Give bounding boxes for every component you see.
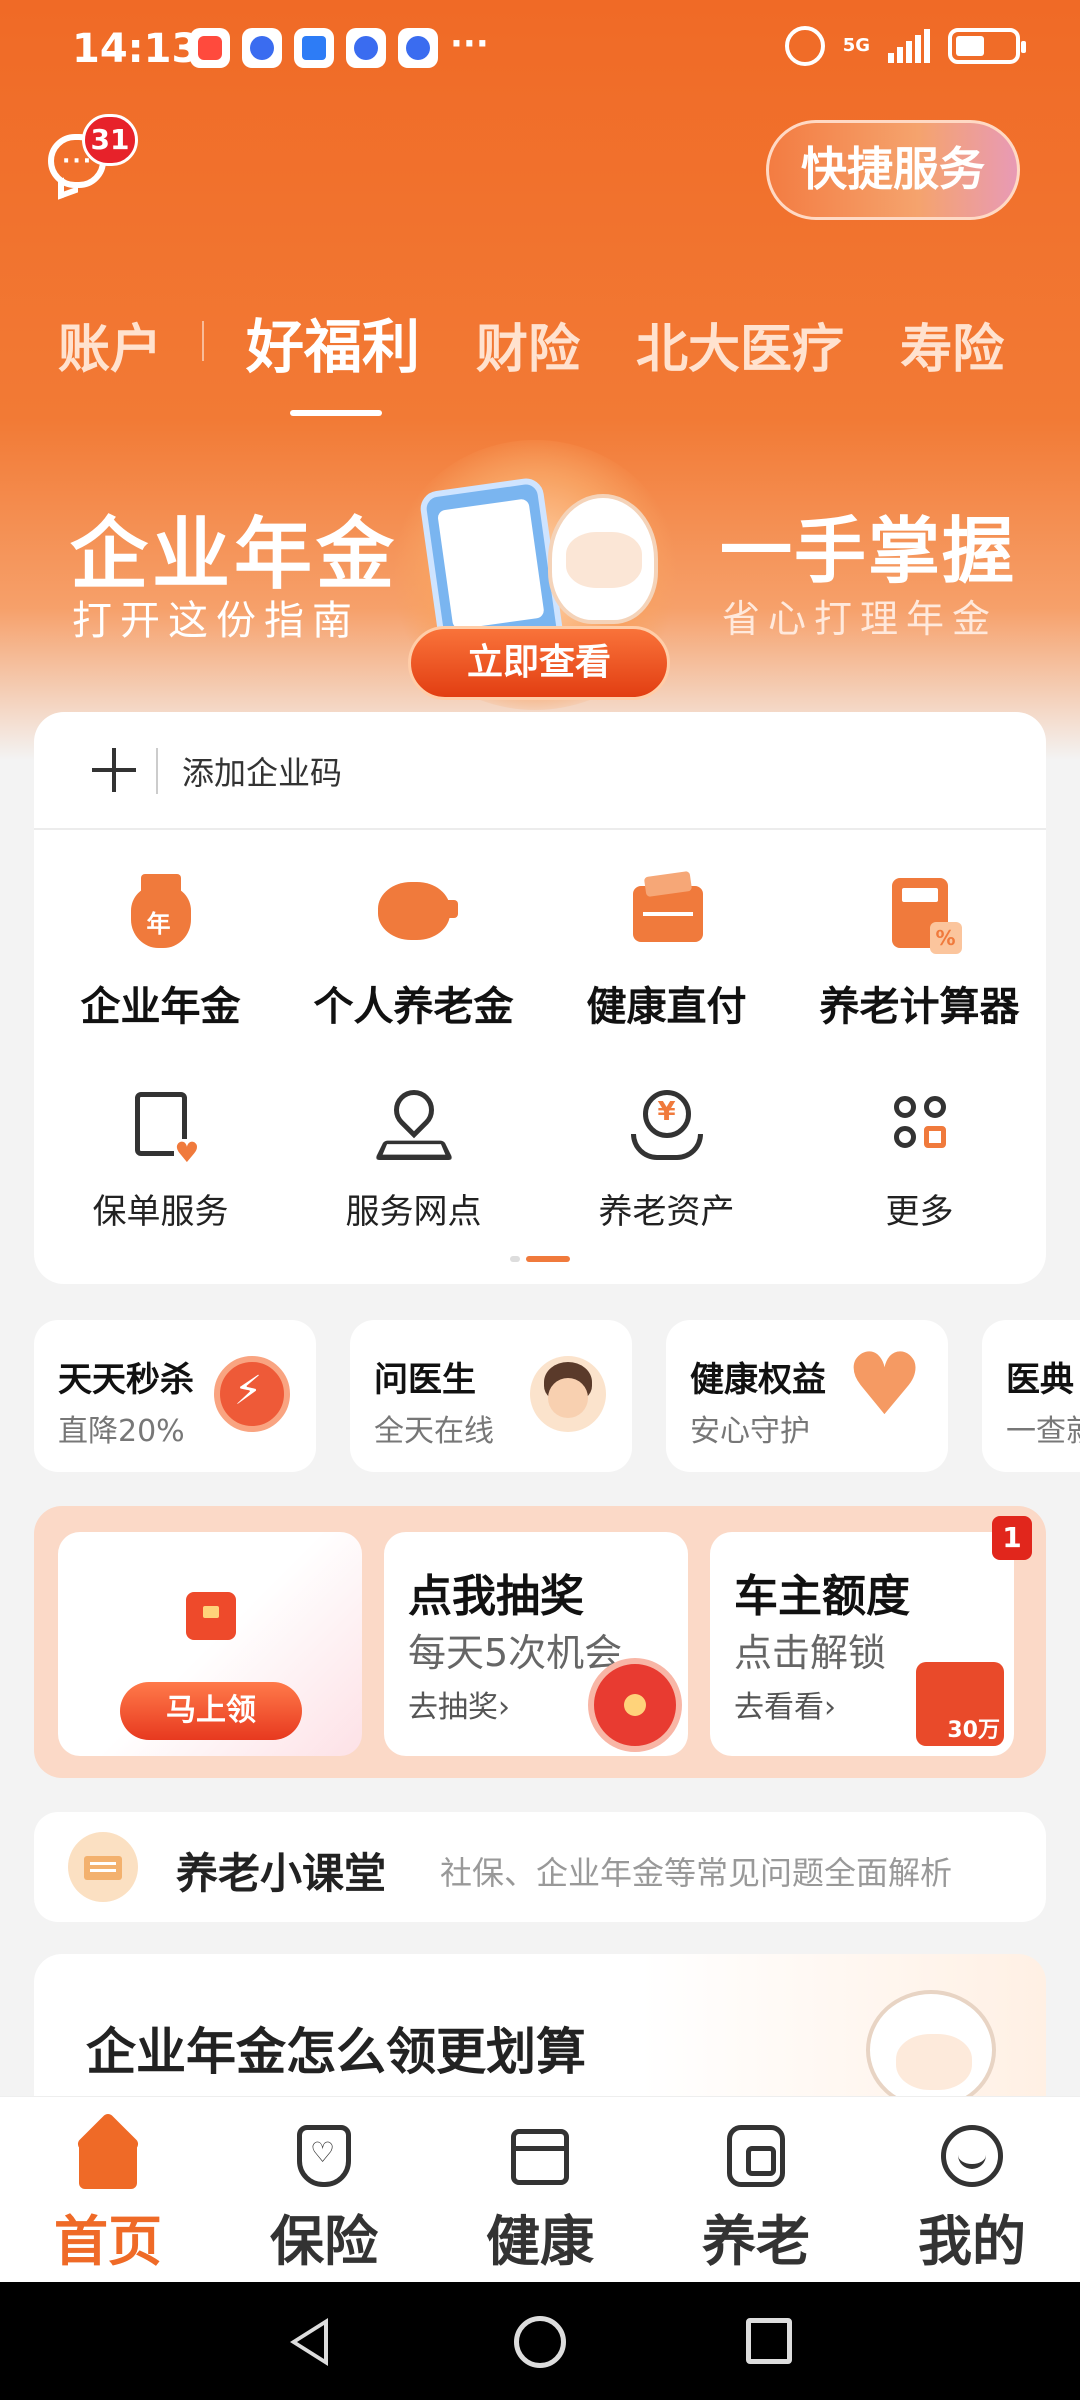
sheep-mascot-illustration [866, 1990, 996, 2110]
secondary-services: 保单服务 服务网点 养老资产 更多 [34, 1081, 1046, 1233]
wallet-icon [627, 872, 707, 952]
more-notifications-icon: ··· [450, 24, 489, 64]
quick-service-button[interactable]: 快捷服务 [766, 120, 1020, 220]
system-navigation-bar [0, 2282, 1080, 2400]
home-icon [73, 2121, 143, 2191]
go-lottery-link[interactable]: 去抽奖› [408, 1682, 510, 1726]
card-ask-doctor[interactable]: 问医生 全天在线 [350, 1320, 632, 1472]
banner-subtitle-left: 打开这份指南 [72, 598, 360, 644]
nav-mine[interactable]: 我的 [864, 2097, 1080, 2282]
tab-welfare[interactable]: 好福利 [246, 300, 420, 416]
money-bag-icon [121, 872, 201, 952]
service-health-direct-pay[interactable]: 健康直付 [540, 872, 793, 1032]
classroom-title: 养老小课堂 [176, 1849, 387, 1898]
coin-hand-icon [627, 1086, 707, 1166]
smile-icon [937, 2121, 1007, 2191]
heart-plus-icon [846, 1342, 923, 1428]
app-icon [398, 28, 438, 68]
article-title: 企业年金怎么领更划算 [86, 2023, 586, 2081]
tab-property-insurance[interactable]: 财险 [476, 307, 580, 382]
nav-health[interactable]: 健康 [432, 2097, 648, 2282]
tab-pku-medical[interactable]: 北大医疗 [636, 307, 844, 382]
tab-account[interactable]: 账户 [58, 307, 205, 382]
promo-banner[interactable]: 企业年金 打开这份指南 一手掌握 省心打理年金 立即查看 [0, 440, 1080, 710]
card-health-rights[interactable]: 健康权益 安心守护 [666, 1320, 948, 1472]
plus-icon [92, 748, 136, 792]
more-grid-icon [880, 1086, 960, 1166]
nav-pension[interactable]: 养老 [648, 2097, 864, 2282]
app-icon [346, 28, 386, 68]
services-card: 添加企业码 企业年金 个人养老金 健康直付 养老计算器 保单服务 服务网点 [34, 712, 1046, 1284]
nav-insurance[interactable]: 保险 [216, 2097, 432, 2282]
status-time: 14:13 [72, 26, 200, 72]
promo-card-lottery[interactable]: 点我抽奖 每天5次机会 去抽奖› [384, 1532, 688, 1756]
signal-icon [888, 29, 930, 63]
service-more[interactable]: 更多 [793, 1086, 1046, 1233]
prize-wheel-icon [588, 1658, 682, 1752]
add-enterprise-code-label: 添加企业码 [182, 754, 343, 792]
primary-services: 企业年金 个人养老金 健康直付 养老计算器 [34, 872, 1046, 1032]
bottom-navigation: 首页 保险 健康 养老 我的 [0, 2096, 1080, 2282]
service-outlets[interactable]: 服务网点 [287, 1081, 540, 1233]
card-flash-sale[interactable]: 天天秒杀 直降20% [34, 1320, 316, 1472]
promo-card-gift[interactable]: 马上领 [58, 1532, 362, 1756]
go-view-link[interactable]: 去看看› [734, 1682, 836, 1726]
recent-apps-icon[interactable] [746, 2318, 792, 2364]
service-enterprise-annuity[interactable]: 企业年金 [34, 872, 287, 1032]
alarm-icon [784, 26, 825, 66]
shield-icon [289, 2121, 359, 2191]
banner-view-button[interactable]: 立即查看 [408, 626, 670, 700]
banner-subtitle-right: 省心打理年金 [722, 597, 999, 641]
hexagon-icon [721, 2121, 791, 2191]
battery-icon [948, 28, 1026, 64]
status-bar: 14:13 ··· 5G [0, 0, 1080, 100]
top-tabs: 账户 好福利 财险 北大医疗 寿险 [58, 300, 1080, 420]
piggy-bank-icon [374, 872, 458, 952]
back-icon[interactable] [290, 2318, 328, 2366]
store-icon [505, 2121, 575, 2191]
network-type: 5G [842, 35, 870, 56]
app-icon [242, 28, 282, 68]
service-pension-assets[interactable]: 养老资产 [540, 1086, 793, 1233]
quick-cards-row: 天天秒杀 直降20% 问医生 全天在线 健康权益 安心守护 医典 一查就 [34, 1320, 1080, 1472]
banner-title-right: 一手掌握 [720, 509, 1017, 593]
service-pension-calculator[interactable]: 养老计算器 [793, 872, 1046, 1032]
credit-amount: 30万 [947, 1718, 1000, 1743]
policy-doc-icon [121, 1086, 201, 1167]
alarm-clock-icon [214, 1356, 290, 1432]
message-count-badge: 31 [82, 114, 138, 166]
promo-card-car-owner[interactable]: 车主额度 点击解锁 去看看› 30万 [710, 1532, 1014, 1756]
card-medical-dictionary[interactable]: 医典 一查就 [982, 1320, 1080, 1472]
sheep-mascot-illustration [548, 494, 658, 624]
calculator-icon [880, 872, 962, 954]
add-enterprise-code-row[interactable]: 添加企业码 [34, 712, 1046, 830]
classroom-description: 社保、企业年金等常见问题全面解析 [440, 1854, 953, 1892]
notification-icons [190, 28, 438, 68]
gift-box-icon [186, 1592, 236, 1640]
service-policy[interactable]: 保单服务 [34, 1086, 287, 1233]
service-personal-pension[interactable]: 个人养老金 [287, 872, 540, 1032]
nav-home[interactable]: 首页 [0, 2097, 216, 2282]
pension-classroom-bar[interactable]: 养老小课堂 社保、企业年金等常见问题全面解析 [34, 1812, 1046, 1922]
claim-now-button[interactable]: 马上领 [120, 1682, 302, 1740]
notification-badge: 1 [992, 1516, 1032, 1560]
douyin-icon [190, 28, 230, 68]
page-indicator [510, 1256, 570, 1262]
huawei-app-icon [294, 28, 334, 68]
promo-panel: 马上领 点我抽奖 每天5次机会 去抽奖› 车主额度 点击解锁 去看看› 30万 … [34, 1506, 1046, 1778]
location-pin-icon [374, 1081, 454, 1166]
home-circle-icon[interactable] [514, 2316, 566, 2368]
message-button[interactable]: ··· 31 [48, 114, 138, 192]
tab-life-insurance[interactable]: 寿险 [900, 307, 1004, 382]
classroom-icon [68, 1832, 138, 1902]
doctor-avatar-icon [530, 1356, 606, 1432]
